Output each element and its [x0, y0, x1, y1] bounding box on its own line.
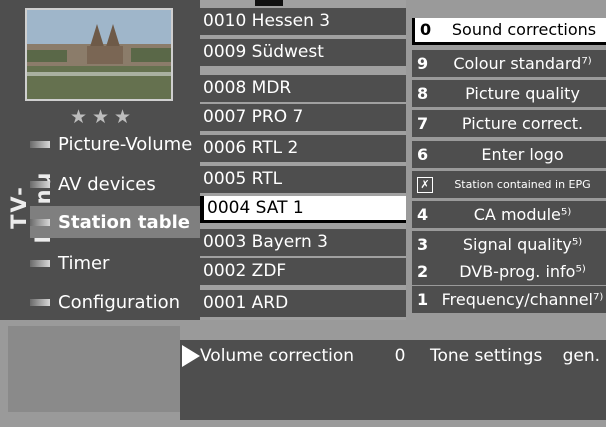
function-label: Enter logo [481, 145, 564, 164]
station-row[interactable]: 0001 ARD [200, 290, 406, 317]
menu-title: TV-Menu [7, 170, 55, 243]
menu-item-label: Picture-Volume [58, 133, 193, 155]
menu-item-label: AV devices [58, 173, 156, 195]
volume-correction-label: Volume correction [200, 346, 355, 366]
function-item-signal-quality[interactable]: 3 Signal quality⁵⁾ [412, 231, 606, 258]
function-label: Picture correct. [461, 114, 584, 133]
top-indicator [255, 0, 283, 6]
function-key: 7 [417, 114, 429, 133]
function-item-colour-standard[interactable]: 9 Colour standard⁷⁾ [412, 50, 606, 77]
menu-item-label: Station table [58, 211, 190, 233]
menu-item-label: Timer [58, 252, 110, 274]
menu-bullet [30, 180, 50, 188]
play-arrow-icon [182, 345, 200, 367]
function-item-frequency-channel[interactable]: 1 Frequency/channel⁷⁾ [412, 286, 606, 313]
volume-correction-value[interactable]: 0 [370, 346, 430, 366]
station-row-selected[interactable]: 0004 SAT 1 [200, 196, 406, 223]
menu-bullet [30, 259, 50, 267]
function-label: Signal quality⁵⁾ [462, 235, 583, 254]
station-row[interactable]: 0003 Bayern 3 [200, 229, 406, 256]
function-item-enter-logo[interactable]: 6 Enter logo [412, 141, 606, 168]
menu-item-configuration[interactable]: Configuration [30, 286, 200, 318]
checkbox-icon[interactable]: ✗ [417, 177, 433, 193]
function-key: 4 [417, 205, 429, 224]
menu-item-av-devices[interactable]: AV devices [30, 168, 200, 200]
function-item-sound-corrections[interactable]: 0 Sound corrections [412, 18, 606, 45]
function-key: 2 [417, 262, 429, 281]
function-item-ca-module[interactable]: 4 CA module⁵⁾ [412, 201, 606, 228]
function-label: DVB-prog. info⁵⁾ [459, 262, 586, 281]
function-key: 9 [417, 54, 429, 73]
station-row[interactable]: 0002 ZDF [200, 258, 406, 285]
station-row[interactable]: 0010 Hessen 3 [200, 8, 406, 35]
menu-bullet [30, 140, 50, 148]
station-row[interactable]: 0006 RTL 2 [200, 135, 406, 162]
function-label: CA module⁵⁾ [473, 205, 572, 224]
info-box [8, 326, 180, 412]
menu-item-label: Configuration [58, 291, 181, 313]
station-row[interactable]: 0009 Südwest [200, 39, 406, 66]
menu-bullet [30, 298, 50, 306]
function-label: Colour standard⁷⁾ [453, 54, 592, 73]
station-row[interactable]: 0005 RTL [200, 166, 406, 193]
menu-bullet [30, 218, 50, 226]
function-item-picture-quality[interactable]: 8 Picture quality [412, 80, 606, 107]
function-label: Picture quality [465, 84, 580, 103]
function-item-station-in-epg[interactable]: ✗ Station contained in EPG [412, 171, 606, 198]
menu-item-timer[interactable]: Timer [30, 247, 200, 279]
function-label: Station contained in EPG [454, 178, 591, 191]
function-key: 1 [417, 290, 429, 309]
function-key: 3 [417, 235, 429, 254]
rating-stars: ★★★ [69, 106, 137, 128]
station-preview-image [25, 8, 173, 101]
function-key: 6 [417, 145, 429, 164]
station-row[interactable]: 0008 MDR [200, 75, 406, 102]
station-row[interactable]: 0007 PRO 7 [200, 104, 406, 131]
function-label: Frequency/channel⁷⁾ [441, 290, 604, 309]
function-item-dvb-prog-info[interactable]: 2 DVB-prog. info⁵⁾ [412, 258, 606, 285]
menu-item-picture-volume[interactable]: Picture-Volume [30, 128, 200, 160]
tone-settings-label[interactable]: Tone settings [430, 346, 560, 366]
function-key: 8 [417, 84, 429, 103]
tone-mode-value[interactable]: gen. [560, 346, 606, 366]
sound-correction-row[interactable]: Volume correction 0 Tone settings gen. [180, 337, 606, 375]
function-item-picture-correct[interactable]: 7 Picture correct. [412, 110, 606, 137]
menu-item-station-table[interactable]: Station table [30, 206, 200, 238]
function-key: 0 [420, 20, 432, 39]
function-label: Sound corrections [451, 20, 597, 39]
